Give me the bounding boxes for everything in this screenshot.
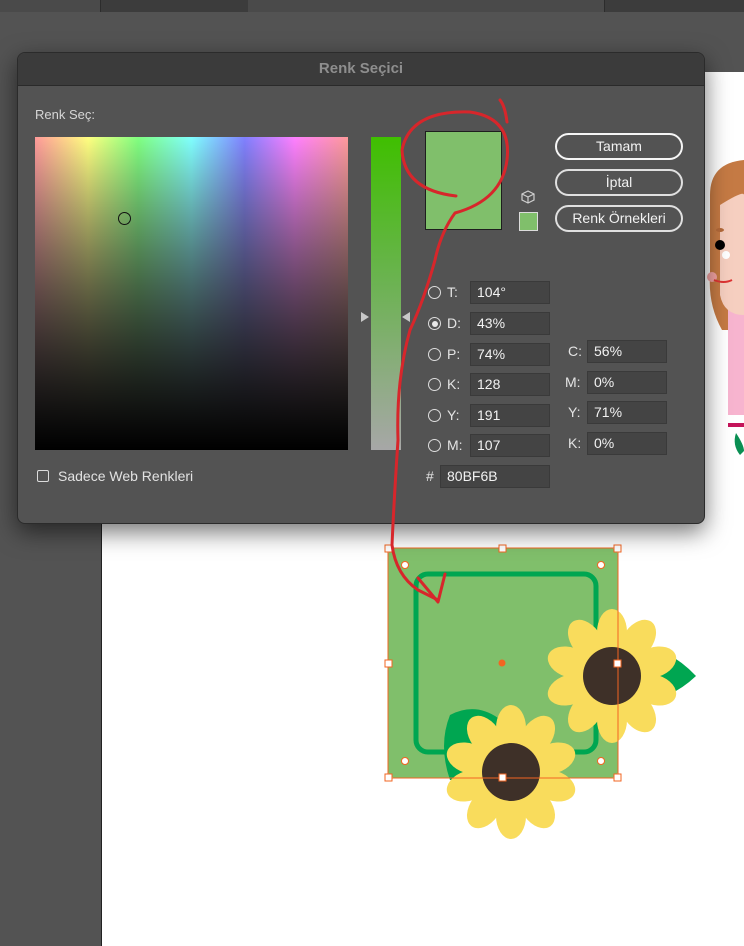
- color-picker-dialog: Renk Seçici Renk Seç: Tamam İptal Renk Ö…: [17, 52, 705, 524]
- magenta-input[interactable]: 0%: [587, 371, 667, 394]
- document-tab-bar: [0, 0, 744, 12]
- red-radio[interactable]: [428, 378, 441, 391]
- cyan-label: C:: [568, 343, 582, 359]
- color-spectrum-slider[interactable]: [371, 137, 401, 450]
- hue-radio[interactable]: [428, 286, 441, 299]
- color-field-marker[interactable]: [118, 212, 131, 225]
- yellow-label: Y:: [568, 404, 581, 420]
- slider-handle-right[interactable]: [402, 312, 410, 322]
- green-input[interactable]: 191: [470, 404, 550, 427]
- sunflower-frame-artwork[interactable]: [380, 540, 700, 840]
- pick-color-label: Renk Seç:: [35, 107, 95, 122]
- black-input[interactable]: 0%: [587, 432, 667, 455]
- saturation-input[interactable]: 43%: [470, 312, 550, 335]
- green-radio[interactable]: [428, 409, 441, 422]
- yellow-input[interactable]: 71%: [587, 401, 667, 424]
- slider-handle-left[interactable]: [361, 312, 369, 322]
- red-label: K:: [447, 376, 461, 392]
- cyan-input[interactable]: 56%: [587, 340, 667, 363]
- hex-input[interactable]: 80BF6B: [440, 465, 550, 488]
- brightness-input[interactable]: 74%: [470, 343, 550, 366]
- brightness-radio[interactable]: [428, 348, 441, 361]
- dialog-title: Renk Seçici: [18, 53, 704, 86]
- color-swatches-button[interactable]: Renk Örnekleri: [555, 205, 683, 232]
- web-only-checkbox[interactable]: [37, 470, 49, 482]
- document-tab[interactable]: [248, 0, 605, 12]
- web-safe-cube-icon[interactable]: [521, 190, 535, 204]
- saturation-radio[interactable]: [428, 317, 441, 330]
- document-tab[interactable]: [0, 0, 101, 12]
- color-field[interactable]: [35, 137, 348, 450]
- hue-input[interactable]: 104°: [470, 281, 550, 304]
- green-label: Y:: [447, 407, 460, 423]
- hue-label: T:: [447, 284, 458, 300]
- blue-input[interactable]: 107: [470, 434, 550, 457]
- web-only-label: Sadece Web Renkleri: [58, 468, 194, 484]
- saturation-label: D:: [447, 315, 461, 331]
- cancel-button[interactable]: İptal: [555, 169, 683, 196]
- blue-radio[interactable]: [428, 439, 441, 452]
- magenta-label: M:: [565, 374, 581, 390]
- blue-label: M:: [447, 437, 463, 453]
- web-safe-swatch[interactable]: [519, 212, 538, 231]
- ok-button[interactable]: Tamam: [555, 133, 683, 160]
- brightness-label: P:: [447, 346, 461, 362]
- girl-illustration: [700, 155, 744, 455]
- hex-label: #: [426, 468, 434, 484]
- red-input[interactable]: 128: [470, 373, 550, 396]
- black-label: K:: [568, 435, 582, 451]
- new-color-swatch: [425, 131, 502, 230]
